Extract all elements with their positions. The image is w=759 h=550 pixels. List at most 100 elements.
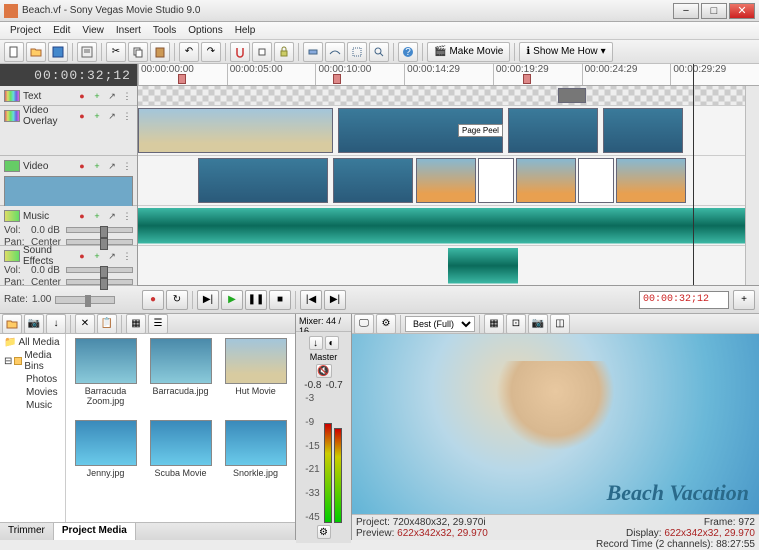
tool-zoom[interactable] [369,42,389,62]
mixer-btn-1[interactable]: ↓ [309,336,323,350]
play-button[interactable]: ▶ [221,290,243,310]
more-icon[interactable]: ⋮ [121,110,133,122]
fx-icon[interactable]: ↗ [106,160,118,172]
plus-icon[interactable]: + [91,90,103,102]
copy-button[interactable] [128,42,148,62]
clip-scuba-2[interactable] [333,158,413,203]
preview-quality-select[interactable]: Best (Full) [405,316,475,332]
record-icon[interactable]: ● [76,160,88,172]
capture-button[interactable]: 📷 [24,314,44,334]
snap-button[interactable] [230,42,250,62]
plus-icon[interactable]: + [91,160,103,172]
record-icon[interactable]: ● [76,250,88,262]
record-icon[interactable]: ● [76,210,88,222]
marker-button[interactable] [252,42,272,62]
remove-button[interactable]: ✕ [75,314,95,334]
clip-beach-hut[interactable] [138,108,333,153]
media-item[interactable]: Jenny.jpg [70,420,141,498]
track-video[interactable] [138,156,759,206]
undo-button[interactable]: ↶ [179,42,199,62]
pan-slider[interactable] [66,279,133,285]
tree-all-media[interactable]: 📁All Media [2,336,63,349]
text-clip[interactable] [558,88,586,103]
fx-icon[interactable]: ↗ [106,90,118,102]
redo-button[interactable]: ↷ [201,42,221,62]
maximize-button[interactable]: □ [701,3,727,19]
minimize-button[interactable]: − [673,3,699,19]
marker-3[interactable] [523,74,531,84]
clip-coral[interactable] [603,108,683,153]
clip-trans-1[interactable] [478,158,514,203]
cut-button[interactable]: ✂ [106,42,126,62]
media-grid[interactable]: Barracuda Zoom.jpg Barracuda.jpg Hut Mov… [66,334,295,522]
mixer-mute[interactable]: 🔇 [316,364,332,378]
plus-icon[interactable]: + [91,110,103,122]
clip-jenny-3[interactable] [616,158,686,203]
tab-project-media[interactable]: Project Media [54,523,136,540]
preview-video[interactable]: Beach Vacation [352,334,759,514]
views-button[interactable]: ▦ [126,314,146,334]
timeline-scrollbar-v[interactable] [745,86,759,285]
menu-help[interactable]: Help [229,25,262,36]
preview-props-button[interactable]: ⚙ [376,314,396,334]
properties-button[interactable]: 📋 [97,314,117,334]
music-clip[interactable] [138,208,759,243]
tab-trimmer[interactable]: Trimmer [0,523,54,540]
rate-slider[interactable] [55,296,115,304]
media-item[interactable]: Hut Movie [220,338,291,416]
make-movie-button[interactable]: 🎬Make Movie [427,42,510,62]
track-music[interactable] [138,206,759,246]
split-button[interactable]: ◫ [550,314,570,334]
track-header-overlay[interactable]: Video Overlay ● + ↗ ⋮ [0,106,137,156]
tree-music[interactable]: Music [2,399,63,412]
time-ruler[interactable]: 00:00:00:00 00:00:05:00 00:00:10:00 00:0… [138,64,759,86]
playhead[interactable] [693,64,694,285]
pause-button[interactable]: ❚❚ [245,290,267,310]
get-media-button[interactable]: ↓ [46,314,66,334]
track-overlay[interactable]: Page Peel [138,106,759,156]
ext-monitor-button[interactable]: 🖵 [354,314,374,334]
more-icon[interactable]: ⋮ [121,210,133,222]
views2-button[interactable]: ☰ [148,314,168,334]
record-icon[interactable]: ● [76,90,88,102]
marker-2[interactable] [333,74,341,84]
more-icon[interactable]: ⋮ [121,160,133,172]
more-icon[interactable]: ⋮ [121,90,133,102]
timeline-tracks[interactable]: 00:00:00:00 00:00:05:00 00:00:10:00 00:0… [138,64,759,285]
plus-icon[interactable]: + [91,250,103,262]
track-header-text[interactable]: Text ● + ↗ ⋮ [0,86,137,106]
track-sfx[interactable] [138,246,759,285]
fx-icon[interactable]: ↗ [106,210,118,222]
volume-slider[interactable] [66,227,133,233]
snapshot-button[interactable]: 📷 [528,314,548,334]
track-header-music[interactable]: Music ● + ↗ ⋮ Vol:0.0 dB Pan:Center [0,206,137,246]
media-item[interactable]: Barracuda.jpg [145,338,216,416]
volume-slider[interactable] [66,267,133,273]
import-button[interactable] [2,314,22,334]
open-button[interactable] [26,42,46,62]
paste-button[interactable] [150,42,170,62]
zoom-widget[interactable]: + [733,290,755,310]
new-button[interactable] [4,42,24,62]
menu-view[interactable]: View [76,25,110,36]
fx-icon[interactable]: ↗ [106,110,118,122]
close-button[interactable]: ✕ [729,3,755,19]
mixer-settings[interactable]: ⚙ [317,525,331,539]
safe-areas-button[interactable]: ⊡ [506,314,526,334]
media-item[interactable]: Scuba Movie [145,420,216,498]
transition-label[interactable]: Page Peel [458,124,503,137]
position-field[interactable]: 00:00:32;12 [639,291,729,309]
lock-button[interactable] [274,42,294,62]
track-text[interactable] [138,86,759,106]
record-button[interactable]: ● [142,290,164,310]
show-me-how-button[interactable]: ℹShow Me How▾ [519,42,612,62]
clip-turtle[interactable] [508,108,598,153]
overlays-button[interactable]: ▦ [484,314,504,334]
clip-scuba-1[interactable] [198,158,328,203]
save-button[interactable] [48,42,68,62]
properties-button[interactable] [77,42,97,62]
tree-media-bins[interactable]: ⊟Media Bins [2,349,63,373]
menu-project[interactable]: Project [4,25,47,36]
help-button[interactable]: ? [398,42,418,62]
sfx-clip[interactable] [448,248,518,283]
